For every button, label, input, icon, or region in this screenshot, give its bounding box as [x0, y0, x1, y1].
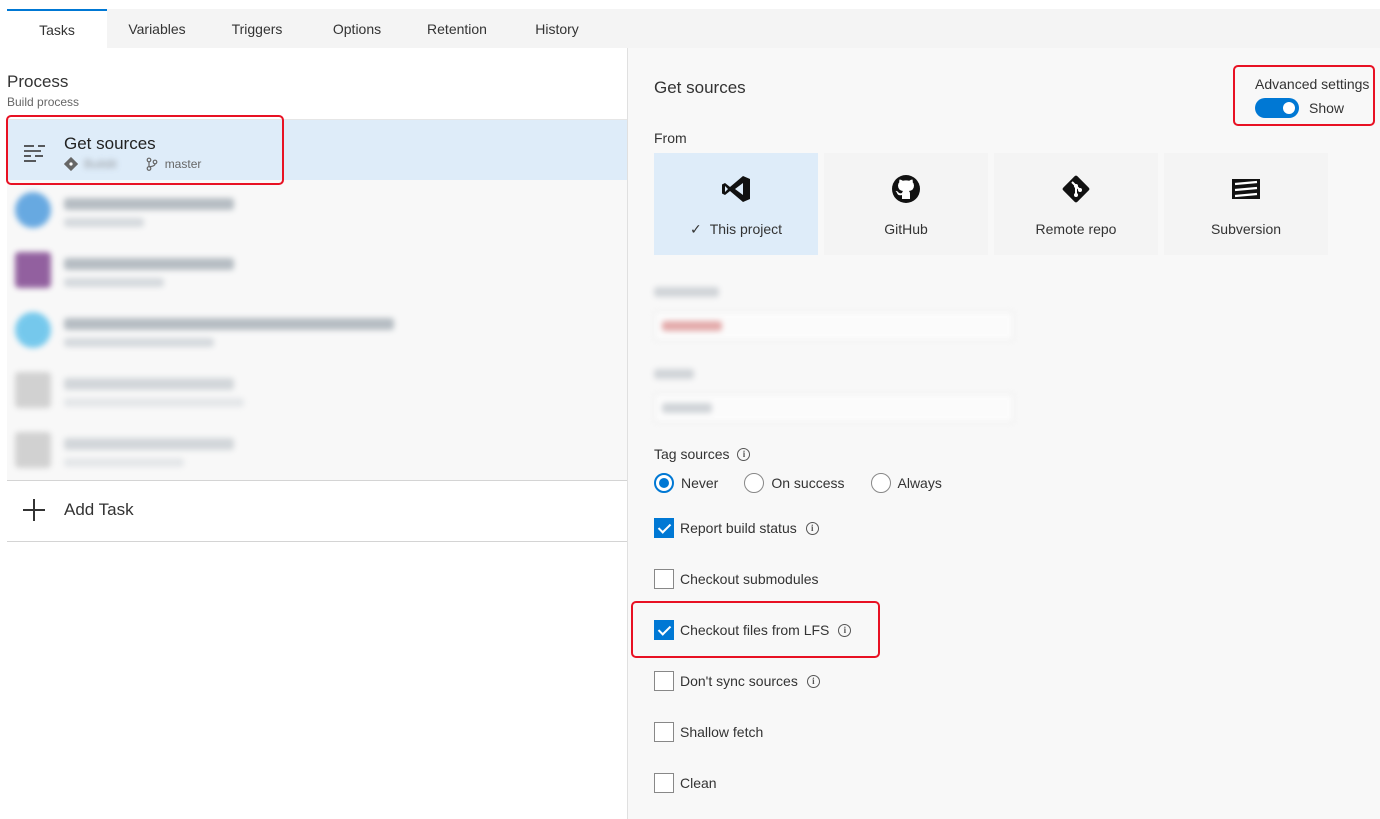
get-sources-icon [24, 145, 45, 162]
checkbox-report-build-status[interactable]: Report build status i [654, 518, 819, 538]
source-label: Remote repo [1035, 221, 1117, 237]
get-sources-panel: Get sources Advanced settings Show From … [627, 48, 1380, 819]
source-github[interactable]: GitHub [824, 153, 988, 255]
task-repo-name: Buildit [84, 157, 117, 171]
checkbox-checkout-lfs[interactable]: Checkout files from LFS i [654, 620, 852, 640]
checkbox-box [654, 620, 674, 640]
task-name: Get sources [64, 134, 156, 153]
task-list: Get sources Buildit master [7, 119, 627, 480]
source-label: ✓ This project [689, 221, 783, 237]
radio-always[interactable]: Always [870, 473, 942, 493]
github-icon [892, 175, 920, 203]
task-blurred-4[interactable] [7, 360, 627, 420]
task-blurred-2[interactable] [7, 240, 627, 300]
tag-sources-label: Tag sources i [654, 446, 751, 462]
checkbox-box [654, 671, 674, 691]
from-label: From [654, 130, 687, 146]
tab-variables[interactable]: Variables [107, 9, 207, 48]
info-icon[interactable]: i [806, 674, 820, 688]
tab-tasks[interactable]: Tasks [7, 9, 107, 48]
visual-studio-icon [722, 176, 750, 202]
process-panel: Process Build process Get sources Buildi… [7, 48, 627, 819]
checkbox-checkout-submodules[interactable]: Checkout submodules [654, 569, 819, 589]
checkbox-box [654, 722, 674, 742]
checkbox-clean[interactable]: Clean [654, 773, 717, 793]
task-blurred-5[interactable] [7, 420, 627, 480]
radio-never[interactable]: Never [654, 473, 718, 493]
checkbox-box [654, 518, 674, 538]
checkbox-dont-sync-sources[interactable]: Don't sync sources i [654, 671, 820, 691]
source-label: GitHub [884, 221, 928, 237]
checkbox-shallow-fetch[interactable]: Shallow fetch [654, 722, 763, 742]
source-this-project[interactable]: ✓ This project [654, 153, 818, 255]
process-subtitle: Build process [7, 95, 80, 109]
source-subversion[interactable]: Subversion [1164, 153, 1328, 255]
tab-history[interactable]: History [507, 9, 607, 48]
task-details: Buildit master [64, 157, 201, 171]
radio-on-success[interactable]: On success [744, 473, 845, 493]
tab-options[interactable]: Options [307, 9, 407, 48]
tab-triggers[interactable]: Triggers [207, 9, 307, 48]
git-icon [1062, 175, 1090, 203]
add-task-label: Add Task [64, 500, 134, 519]
info-icon[interactable]: i [805, 521, 819, 535]
tab-retention[interactable]: Retention [407, 9, 507, 48]
source-type-selector: ✓ This project GitHub Remote repo Subver… [654, 153, 1328, 255]
radio-circle [870, 473, 891, 493]
subversion-icon [1232, 179, 1260, 199]
task-blurred-1[interactable] [7, 180, 627, 240]
add-task-button[interactable]: Add Task [7, 480, 627, 542]
task-blurred-3[interactable] [7, 300, 627, 360]
branch-icon [146, 157, 158, 171]
advanced-settings-label: Advanced settings [1255, 76, 1370, 92]
toggle-state-label: Show [1309, 100, 1345, 116]
tag-sources-radio-group: Never On success Always [654, 473, 968, 493]
plus-icon [23, 499, 45, 521]
info-icon[interactable]: i [838, 623, 852, 637]
checkbox-box [654, 569, 674, 589]
source-label: Subversion [1210, 221, 1282, 237]
git-repo-icon [64, 157, 78, 171]
process-title: Process [7, 72, 69, 91]
toggle-knob [1283, 102, 1295, 114]
source-remote-repo[interactable]: Remote repo [994, 153, 1158, 255]
checkbox-box [654, 773, 674, 793]
panel-title: Get sources [654, 78, 746, 97]
task-branch-name: master [164, 157, 202, 171]
radio-circle [654, 473, 674, 493]
radio-circle [744, 473, 765, 493]
advanced-settings-toggle[interactable] [1255, 98, 1299, 118]
info-icon[interactable]: i [737, 447, 751, 461]
tab-bar: Tasks Variables Triggers Options Retenti… [7, 9, 1380, 48]
build-definition-editor: Tasks Variables Triggers Options Retenti… [0, 0, 1380, 819]
checkmark-icon: ✓ [689, 221, 702, 237]
task-get-sources[interactable]: Get sources Buildit master [7, 120, 627, 180]
repository-branch-fields-blurred [654, 283, 1024, 433]
